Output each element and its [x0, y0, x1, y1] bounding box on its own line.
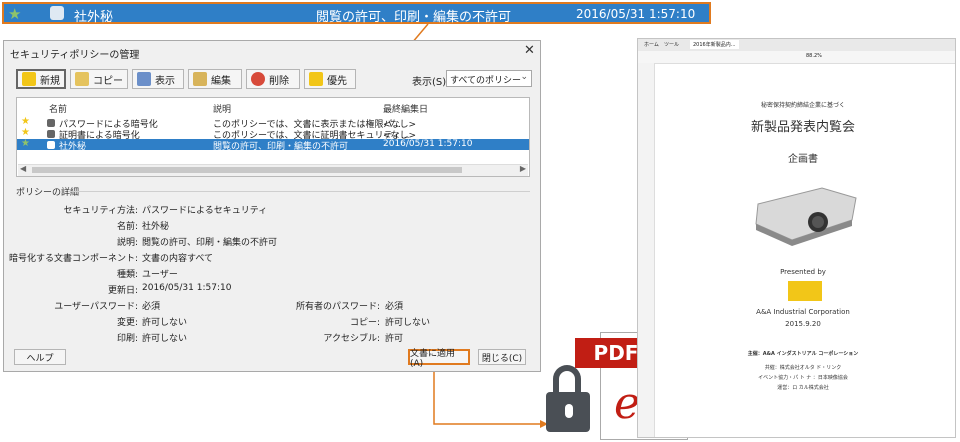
cohost-line: 共催：株式会社オルタ ド・リンク: [764, 365, 842, 371]
projector-image: [755, 187, 857, 246]
doc-subtitle: 企画書: [788, 154, 818, 165]
star-icon: [309, 72, 323, 86]
detail-value: 許可しない: [142, 334, 188, 344]
apply-to-document-button[interactable]: 文書に適用(A): [408, 349, 470, 369]
view-filter-label: 表示(S): [412, 77, 447, 88]
tab-home[interactable]: ホーム: [644, 41, 659, 48]
detail-value: 必須: [142, 302, 161, 312]
chevron-down-icon: ⌄: [520, 72, 528, 82]
table-row[interactable]: ★ 証明書による暗号化 このポリシーでは、文書に証明書セキュリティ... <なし…: [17, 127, 529, 141]
lock-icon: [47, 141, 55, 149]
detail-label: コピー:: [349, 318, 380, 328]
detail-value: 2016/05/31 1:57:10: [142, 283, 232, 293]
new-policy-button[interactable]: 新規: [16, 69, 66, 89]
star-icon: ★: [21, 116, 30, 127]
keyhole: [565, 404, 573, 418]
close-icon[interactable]: ✕: [524, 43, 535, 58]
dialog-title: セキュリティポリシーの管理: [10, 50, 140, 61]
viewer-toolbar: 88.2%: [638, 51, 955, 64]
company-name: A&A Industrial Corporation: [756, 308, 850, 316]
detail-label: 説明:: [116, 238, 138, 248]
edit-policy-button[interactable]: 編集: [188, 69, 242, 89]
detail-label: アクセシブル:: [323, 334, 380, 344]
detail-value: 必須: [385, 302, 404, 312]
detail-label: 更新日:: [107, 286, 138, 296]
tab-tools[interactable]: ツール: [664, 41, 679, 48]
detail-label: 所有者のパスワード:: [295, 302, 380, 312]
detail-value: 閲覧の許可、印刷・編集の不許可: [142, 238, 278, 248]
chevron-left-icon[interactable]: ◀: [20, 164, 26, 173]
copy-icon: [75, 72, 89, 86]
tab-document[interactable]: 2016年新製品内...: [690, 40, 739, 49]
horizontal-scrollbar[interactable]: ◀ ▶: [18, 164, 528, 176]
detail-value: パスワードによるセキュリティ: [142, 206, 268, 216]
doc-date: 2015.9.20: [785, 320, 821, 328]
detail-value: ユーザー: [142, 270, 178, 280]
policy-list: 名前 説明 最終編集日 ★ パスワードによる暗号化 このポリシーでは、文書に表示…: [16, 97, 530, 177]
table-row-selected[interactable]: ★ 社外秘 閲覧の許可、印刷・編集の不許可 2016/05/31 1:57:10: [17, 138, 529, 152]
security-policy-dialog: セキュリティポリシーの管理 ✕ 新規 コピー 表示 編集 削除 優先 表示(S)…: [3, 40, 541, 372]
star-icon: ★: [21, 138, 30, 149]
lock-icon: [47, 119, 55, 127]
detail-label: 変更:: [116, 318, 138, 328]
company-logo: [788, 281, 822, 301]
scrollbar-thumb[interactable]: [32, 167, 462, 173]
view-filter-select[interactable]: すべてのポリシー ⌄: [446, 70, 532, 87]
favorite-policy-button[interactable]: 優先: [304, 69, 356, 89]
column-header-description[interactable]: 説明: [213, 102, 231, 115]
detail-label: ユーザーパスワード:: [54, 302, 138, 312]
table-row[interactable]: ★ パスワードによる暗号化 このポリシーでは、文書に表示または権限パ... <な…: [17, 116, 529, 130]
column-header-name[interactable]: 名前: [49, 102, 67, 115]
host-line: 主催：A&A インダストリアル コーポレーション: [747, 351, 859, 357]
detail-value: 許可: [385, 334, 404, 344]
copy-policy-button[interactable]: コピー: [70, 69, 128, 89]
detail-label: 印刷:: [116, 334, 138, 344]
detail-label: 暗号化する文書コンポーネント:: [8, 254, 138, 264]
delete-policy-button[interactable]: 削除: [246, 69, 300, 89]
doc-title: 新製品発表内覧会: [750, 120, 855, 135]
detail-value: 社外秘: [142, 222, 170, 232]
view-policy-button[interactable]: 表示: [132, 69, 184, 89]
presented-by: Presented by: [780, 268, 826, 276]
detail-label: 種類:: [116, 270, 138, 280]
star-icon: ★: [21, 127, 30, 138]
close-button[interactable]: 閉じる(C): [478, 349, 526, 365]
partner-line: イベント協力・パ ト ナ ：日本映像協会: [758, 375, 848, 381]
lock-icon: [47, 130, 55, 138]
detail-label: 名前:: [116, 222, 138, 232]
magnifier-icon: [137, 72, 151, 86]
zoom-level[interactable]: 88.2%: [806, 53, 822, 59]
doc-preheader: 秘密保持契約締結企業に基づく: [760, 102, 845, 109]
detail-value: 許可しない: [385, 318, 431, 328]
divider: [68, 191, 530, 192]
operator-line: 運営：ロ カル株式会社: [777, 385, 829, 391]
detail-value: 許可しない: [142, 318, 188, 328]
help-button[interactable]: ヘルプ: [14, 349, 66, 365]
chevron-right-icon[interactable]: ▶: [520, 164, 526, 173]
delete-icon: [251, 72, 265, 86]
detail-label: セキュリティ方法:: [63, 206, 139, 216]
pencil-icon: [193, 72, 207, 86]
star-icon: [22, 72, 36, 86]
detail-value: 文書の内容すべて: [142, 254, 214, 264]
viewer-tab-bar: ホーム ツール 2016年新製品内...: [638, 39, 955, 51]
column-header-modified[interactable]: 最終編集日: [383, 102, 428, 115]
